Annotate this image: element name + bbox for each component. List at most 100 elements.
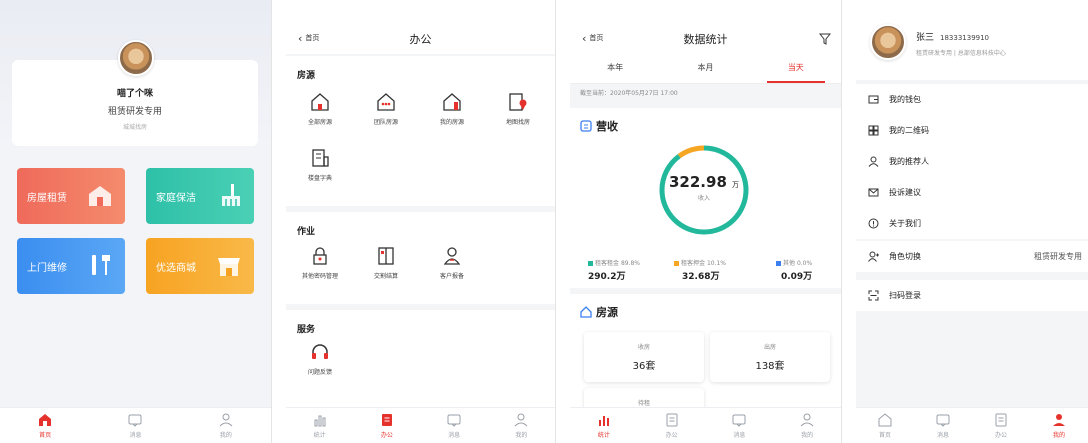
tab-home[interactable]: 首页	[856, 408, 914, 443]
tab-messages[interactable]: 消息	[706, 408, 774, 443]
info-icon	[868, 218, 879, 229]
tab-me[interactable]: 我的	[773, 408, 841, 443]
referrer-icon	[868, 156, 879, 167]
legend-percent: 89.8%	[620, 260, 640, 267]
legend-value: 32.68万	[682, 272, 720, 282]
house-rental-tile[interactable]: 房屋租赁	[17, 168, 125, 224]
tab-label: 统计	[597, 432, 610, 439]
map-pin-icon	[509, 93, 527, 111]
home-cleaning-tile[interactable]: 家庭保洁	[146, 168, 254, 224]
tab-office[interactable]: 办公	[353, 408, 420, 443]
section-heading: 房源	[297, 71, 316, 81]
donut-center: 322.98 万 收入	[656, 172, 752, 202]
chart-icon	[598, 416, 609, 426]
profile-header[interactable]: 张三 18333139910 租赁研发专用 | 总部信息科技中心	[856, 0, 1088, 80]
housing-title: 房源	[596, 306, 618, 319]
nav-bar: ‹ 首页 数据统计	[570, 0, 841, 54]
tab-label: 统计	[313, 432, 326, 439]
tab-statistics[interactable]: 统计	[570, 408, 638, 443]
menu-qrcode[interactable]: 我的二维码	[856, 115, 1088, 146]
message-icon	[936, 414, 950, 427]
house-icon	[311, 93, 329, 111]
item-label: 其他密码管理	[301, 273, 338, 280]
customer-icon	[443, 247, 461, 265]
stat-label: 待租	[637, 400, 650, 407]
page-title: 数据统计	[683, 33, 728, 46]
legend-percent: 0.0%	[796, 260, 813, 267]
service-section: 服务 问题反馈	[286, 310, 555, 410]
tab-me[interactable]: 我的	[181, 408, 271, 443]
avatar	[870, 24, 906, 60]
user-city: 城城找房	[122, 124, 147, 131]
tab-messages[interactable]: 消息	[90, 408, 180, 443]
item-label: 问题反馈	[307, 369, 332, 376]
message-icon	[732, 414, 746, 427]
stat-received[interactable]: 收房 36套	[584, 332, 704, 382]
headset-icon	[312, 344, 328, 359]
building-dictionary-item[interactable]: 楼盘字典	[288, 148, 352, 182]
tab-statistics[interactable]: 统计	[286, 408, 353, 443]
home-icon	[39, 414, 52, 426]
my-housing-item[interactable]: 我的房源	[420, 92, 484, 126]
tab-messages[interactable]: 消息	[421, 408, 488, 443]
customer-report-item[interactable]: 客户报备	[420, 246, 484, 280]
tile-label: 家庭保洁	[156, 192, 196, 204]
feedback-item[interactable]: 问题反馈	[288, 342, 352, 376]
team-housing-item[interactable]: 团队房源	[354, 92, 418, 126]
menu-about[interactable]: 关于我们	[856, 208, 1088, 239]
user-role: 租赁研发专用	[107, 107, 162, 117]
item-label: 我的房源	[439, 119, 464, 126]
home-repair-tile[interactable]: 上门维修	[17, 238, 125, 294]
stat-value: 138套	[755, 361, 785, 372]
shop-mall-tile[interactable]: 优选商城	[146, 238, 254, 294]
tab-office[interactable]: 办公	[638, 408, 706, 443]
tab-me[interactable]: 我的	[1030, 408, 1088, 443]
housing-icon	[580, 306, 592, 318]
stat-value: 36套	[632, 361, 656, 372]
tools-icon	[92, 255, 110, 275]
user-organization: 租赁研发专用 | 总部信息科技中心	[916, 50, 1006, 57]
tab-month[interactable]: 本月	[660, 54, 750, 83]
avatar[interactable]	[118, 40, 154, 76]
menu-label: 角色切换	[889, 252, 921, 261]
user-name: 张三	[916, 33, 935, 43]
my-house-icon	[443, 93, 461, 111]
tab-home[interactable]: 首页	[0, 408, 90, 443]
menu-label: 扫码登录	[889, 291, 921, 300]
all-housing-item[interactable]: 全部房源	[288, 92, 352, 126]
tab-year[interactable]: 本年	[570, 54, 660, 83]
legend-other: 其他 0.0% 0.09万	[776, 258, 812, 282]
nav-bar: ‹ 首页 办公	[286, 0, 555, 54]
menu-complaint[interactable]: 投诉建议	[856, 177, 1088, 208]
menu-referrer[interactable]: 我的推荐人	[856, 146, 1088, 177]
tile-label: 房屋租赁	[27, 192, 67, 204]
user-icon	[515, 413, 528, 427]
current-role-value: 租赁研发专用	[1034, 252, 1082, 261]
menu-switch-role[interactable]: 角色切换 租赁研发专用	[856, 241, 1088, 272]
tab-today[interactable]: 当天	[751, 54, 841, 83]
password-management-item[interactable]: 其他密码管理	[288, 246, 352, 280]
item-label: 地图找房	[505, 119, 530, 126]
legend-swatch	[674, 261, 679, 266]
legend-swatch	[588, 261, 593, 266]
settlement-item[interactable]: 交割结算	[354, 246, 418, 280]
stat-leased[interactable]: 出房 138套	[710, 332, 830, 382]
message-icon	[447, 414, 461, 427]
legend-value: 290.2万	[588, 272, 626, 282]
map-search-item[interactable]: 地图找房	[486, 92, 550, 126]
tab-messages[interactable]: 消息	[914, 408, 972, 443]
bottom-tab-bar: 统计 办公 消息 我的	[286, 407, 555, 443]
legend-name: 租客押金	[681, 260, 706, 267]
legend-percent: 10.1%	[706, 260, 726, 267]
tab-me[interactable]: 我的	[488, 408, 555, 443]
filter-icon[interactable]	[819, 33, 831, 45]
legend-tenant-deposit: 租客押金 10.1% 32.68万	[674, 258, 726, 282]
tab-office[interactable]: 办公	[972, 408, 1030, 443]
user-icon	[800, 413, 814, 427]
item-label: 团队房源	[373, 119, 398, 126]
switch-user-icon	[868, 251, 879, 262]
legend-tenant-rent: 租客租金 89.8% 290.2万	[588, 258, 640, 282]
menu-wallet[interactable]: 我的钱包	[856, 84, 1088, 115]
menu-scan-login[interactable]: 扫码登录	[856, 280, 1088, 311]
as-of-timestamp: 截至当前：2020年05月27日 17:00	[580, 90, 678, 97]
